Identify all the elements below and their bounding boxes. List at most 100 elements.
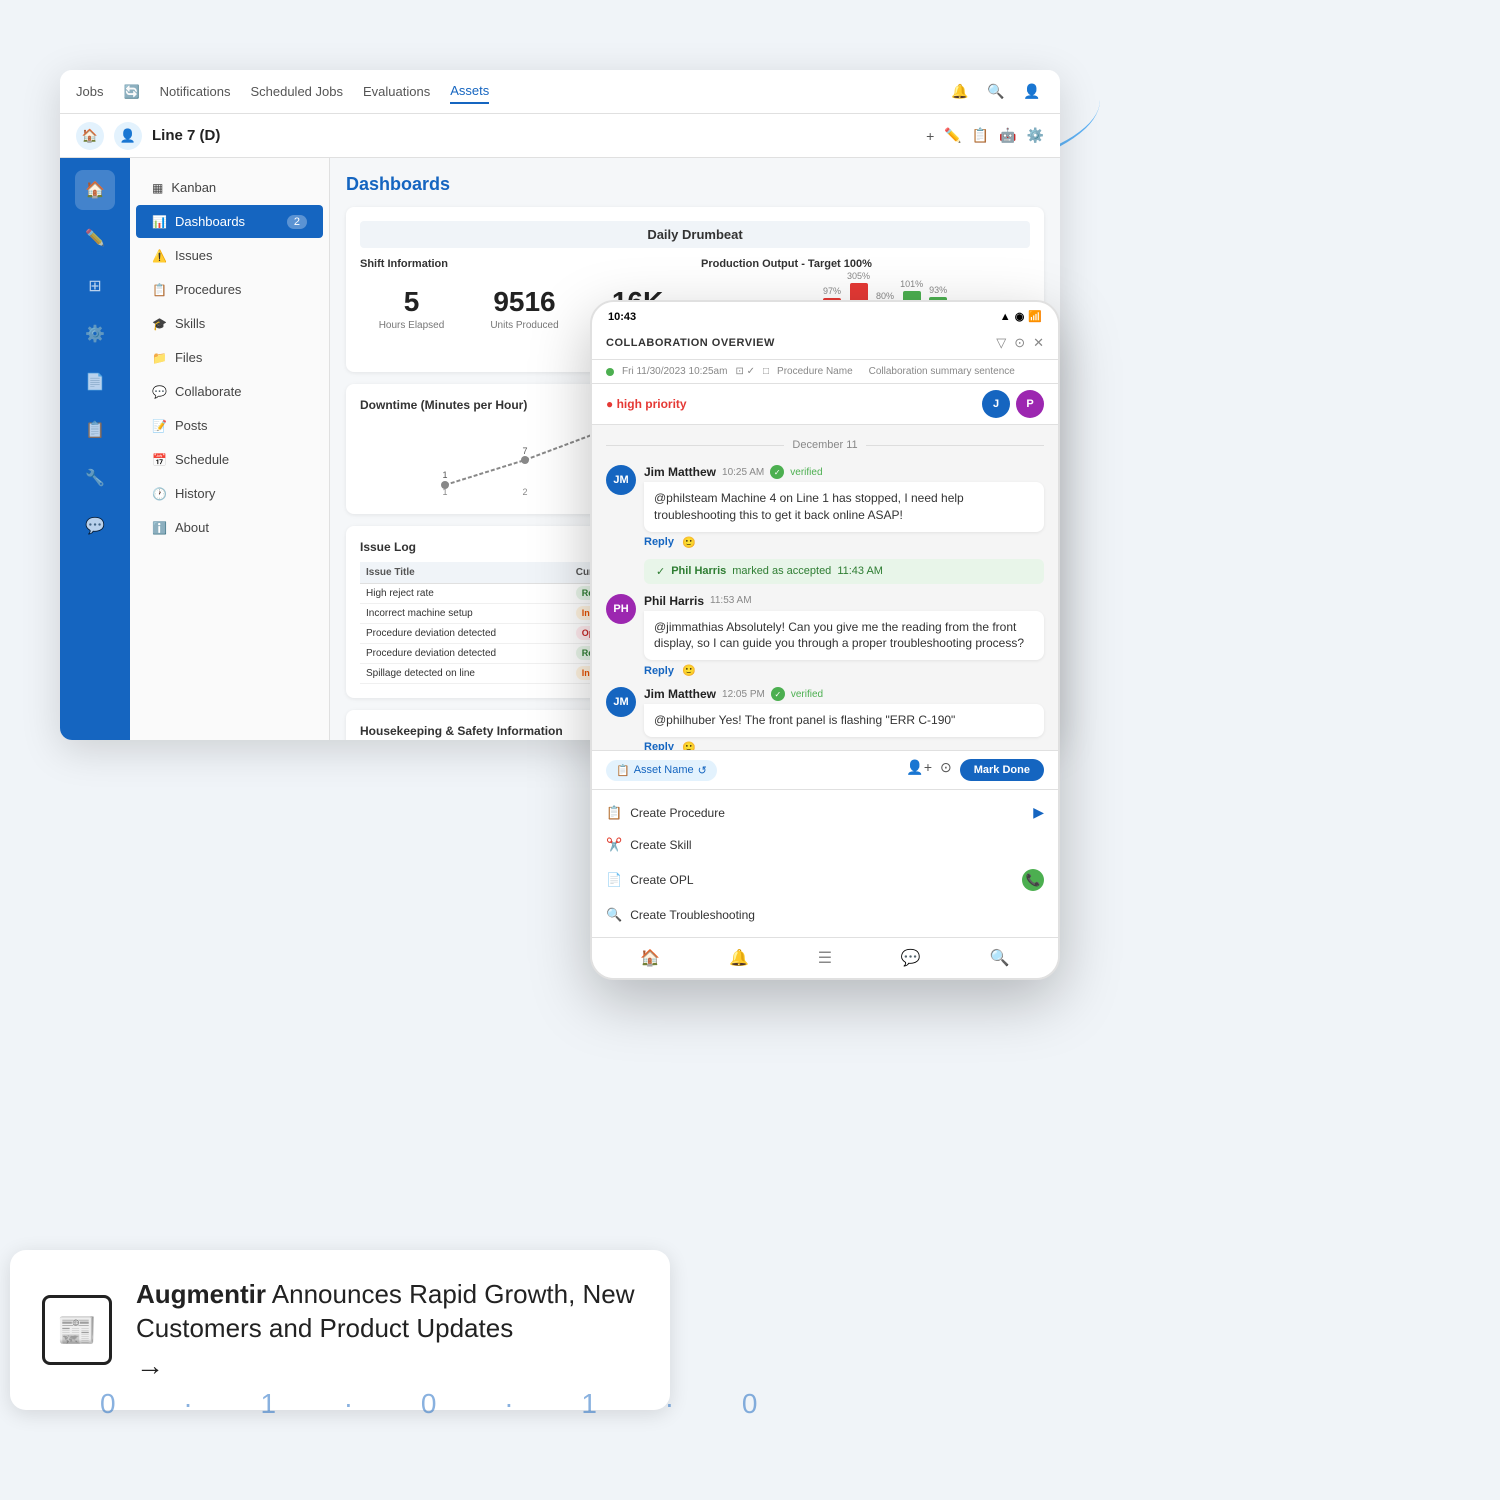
asset-title: Line 7 (D) [152,127,220,144]
share-btn[interactable]: ⊙ [940,759,952,781]
msg-time-2: 11:53 AM [710,595,752,606]
mark-done-button[interactable]: Mark Done [960,759,1044,781]
nav-issues[interactable]: ⚠️ Issues [136,239,323,272]
nav-search-icon[interactable]: 🔍 [984,80,1008,104]
bar-label-1: 305% [847,271,870,281]
collab-summary: Collaboration summary sentence [869,366,1015,377]
stat-units-value: 9516 [481,286,568,318]
procedure-name: Procedure Name [777,366,853,377]
chat-notification-bar: Fri 11/30/2023 10:25am ⊡ ✓ □ Procedure N… [592,360,1058,384]
reaction-btn-3[interactable]: 🙂 [682,741,696,750]
close-icon[interactable]: ✕ [1033,335,1044,351]
avatar-ph: PH [606,594,636,624]
add-person-btn[interactable]: 👤+ [906,759,932,781]
asset-name-chip: 📋 Asset Name ↺ [606,760,717,781]
nav-history[interactable]: 🕐 History [136,477,323,510]
filter-icon[interactable]: ▽ [996,335,1006,351]
create-skill-item[interactable]: ✂️ Create Skill [592,829,1058,861]
about-icon: ℹ️ [152,521,167,535]
sidebar-chat-icon[interactable]: 💬 [75,506,115,546]
create-opl-item[interactable]: 📄 Create OPL 📞 [592,861,1058,899]
create-troubleshooting-label: Create Troubleshooting [630,908,755,922]
add-action-icon[interactable]: + [926,128,934,144]
news-card: 📰 Augmentir Announces Rapid Growth, New … [10,1250,670,1410]
section-title: Dashboards [346,174,1044,195]
asset-header: 🏠 👤 Line 7 (D) + ✏️ 📋 🤖 ⚙️ [60,114,1060,158]
news-brand: Augmentir [136,1279,266,1309]
asset-name-reset-icon[interactable]: ↺ [698,764,707,777]
create-opl-label: Create OPL [630,873,693,887]
msg-name-3: Jim Matthew [644,687,716,701]
bottom-nav-menu[interactable]: ☰ [818,948,832,968]
bottom-nav-bell[interactable]: 🔔 [729,948,749,968]
create-procedure-item[interactable]: 📋 Create Procedure ▶ [592,796,1058,829]
mobile-header: COLLABORATION OVERVIEW ▽ ⊙ ✕ [592,327,1058,360]
nav-refresh-icon[interactable]: 🔄 [123,80,139,104]
sidebar-wrench-icon[interactable]: 🔧 [75,458,115,498]
copy-action-icon[interactable]: 📋 [972,127,989,144]
reply-btn-2[interactable]: Reply [644,665,674,677]
nav-about[interactable]: ℹ️ About [136,511,323,544]
sidebar-list-icon[interactable]: 📋 [75,410,115,450]
sidebar-settings-icon[interactable]: ⚙️ [75,314,115,354]
news-icon: 📰 [42,1295,112,1365]
sidebar-home-icon[interactable]: 🏠 [75,170,115,210]
reaction-btn-1[interactable]: 🙂 [682,536,696,549]
create-procedure-arrow: ▶ [1033,804,1044,821]
robot-action-icon[interactable]: 🤖 [999,127,1016,144]
chat-messages: December 11 JM Jim Matthew 10:25 AM ✓ ve… [592,425,1058,750]
sidebar-file-icon[interactable]: 📄 [75,362,115,402]
nav-procedures[interactable]: 📋 Procedures [136,273,323,306]
mobile-bottom-nav: 🏠 🔔 ☰ 💬 🔍 [592,937,1058,978]
accepted-text: marked as accepted [732,565,831,577]
priority-label: ● high priority [606,397,687,411]
reaction-btn-2[interactable]: 🙂 [682,664,696,677]
verified-icon-1: ✓ [770,465,784,479]
nav-files[interactable]: 📁 Files [136,341,323,374]
reply-btn-3[interactable]: Reply [644,741,674,750]
priority-bar: ● high priority J P [592,384,1058,425]
nav-notifications[interactable]: Notifications [160,80,231,103]
date-divider: December 11 [606,435,1044,455]
settings-icon[interactable]: ⊙ [1014,335,1025,351]
production-title: Production Output - Target 100% [701,258,1030,270]
nav-schedule[interactable]: 📅 Schedule [136,443,323,476]
nav-dashboards[interactable]: 📊 Dashboards 2 [136,205,323,238]
news-read-more[interactable]: → [136,1350,638,1382]
bottom-nav-home[interactable]: 🏠 [640,948,660,968]
nav-scheduled-jobs[interactable]: Scheduled Jobs [250,80,343,103]
bar-label-3: 101% [900,279,923,289]
nav-kanban[interactable]: ▦ Kanban [136,171,323,204]
news-text: Augmentir Announces Rapid Growth, New Cu… [136,1278,638,1382]
procedures-icon: 📋 [152,283,167,297]
chat-msg-2: PH Phil Harris 11:53 AM @jimmathias Abso… [606,594,1044,678]
svg-text:2: 2 [522,487,527,495]
nav-evaluations[interactable]: Evaluations [363,80,430,103]
nav-jobs[interactable]: Jobs [76,80,103,103]
create-menu: 📋 Create Procedure ▶ ✂️ Create Skill 📄 C… [592,790,1058,937]
stat-hours-value: 5 [368,286,455,318]
nav-bell-icon[interactable]: 🔔 [948,80,972,104]
news-headline: Augmentir Announces Rapid Growth, New Cu… [136,1278,638,1346]
settings-action-icon[interactable]: ⚙️ [1027,127,1044,144]
reply-btn-1[interactable]: Reply [644,536,674,548]
shift-info-title: Shift Information [360,258,689,270]
sidebar-grid-icon[interactable]: ⊞ [75,266,115,306]
svg-text:7: 7 [522,446,527,456]
nav-posts[interactable]: 📝 Posts [136,409,323,442]
edit-action-icon[interactable]: ✏️ [944,127,961,144]
sidebar-edit-icon[interactable]: ✏️ [75,218,115,258]
procedure-icon: □ [763,366,769,377]
nav-collaborate[interactable]: 💬 Collaborate [136,375,323,408]
msg-name-1: Jim Matthew [644,465,716,479]
nav-skills[interactable]: 🎓 Skills [136,307,323,340]
bottom-nav-chat[interactable]: 💬 [901,948,921,968]
stat-hours: 5 Hours Elapsed [360,278,463,339]
nav-user-icon[interactable]: 👤 [1020,80,1044,104]
nav-assets[interactable]: Assets [450,79,489,104]
create-skill-label: Create Skill [630,838,691,852]
kanban-icon: ▦ [152,181,163,195]
create-troubleshooting-item[interactable]: 🔍 Create Troubleshooting [592,899,1058,931]
asset-name-bar: 📋 Asset Name ↺ 👤+ ⊙ Mark Done [592,751,1058,790]
bottom-nav-search[interactable]: 🔍 [990,948,1010,968]
